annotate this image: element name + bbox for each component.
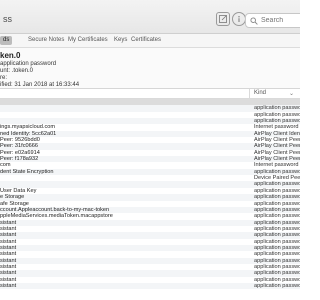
tab-keys[interactable]: Keys xyxy=(114,36,127,45)
item-detail-panel: ken.0 application password unt: .token.0… xyxy=(0,48,300,89)
item-where: re: xyxy=(0,75,8,81)
item-name: ken.0 xyxy=(0,51,21,60)
table-row[interactable]: sistant application password xyxy=(0,282,300,290)
item-account: unt: .token.0 xyxy=(0,68,34,74)
chevron-down-icon[interactable]: ⌄ xyxy=(289,90,294,97)
category-tabs: ds Secure Notes My Certificates Keys Cer… xyxy=(0,34,300,48)
search-input[interactable] xyxy=(261,15,300,26)
tab-certificates[interactable]: Certificates xyxy=(131,36,161,45)
window-title: ss xyxy=(3,14,12,24)
compose-icon xyxy=(217,13,229,25)
column-divider xyxy=(249,89,250,98)
column-header-kind[interactable]: Kind xyxy=(254,90,266,96)
row-kind: application password xyxy=(254,282,300,289)
item-kind: application password xyxy=(0,61,57,67)
items-table: application passwordapplication password… xyxy=(0,99,300,290)
tab-secure-notes[interactable]: Secure Notes xyxy=(28,36,64,45)
search-field[interactable] xyxy=(245,13,300,28)
info-icon xyxy=(233,13,245,25)
info-button[interactable] xyxy=(232,12,246,26)
tab-passwords[interactable]: ds xyxy=(0,36,13,45)
table-header: Kind xyxy=(0,89,300,99)
item-modified: ified: 31 Jan 2018 at 16:33:44 xyxy=(0,82,80,88)
new-item-button[interactable] xyxy=(216,12,230,26)
keychain-window: ss Search ds Secure Notes My Certificate… xyxy=(0,0,300,300)
row-name: sistant xyxy=(0,282,17,289)
tab-my-certificates[interactable]: My Certificates xyxy=(68,36,108,45)
title-bar: ss xyxy=(0,0,300,34)
